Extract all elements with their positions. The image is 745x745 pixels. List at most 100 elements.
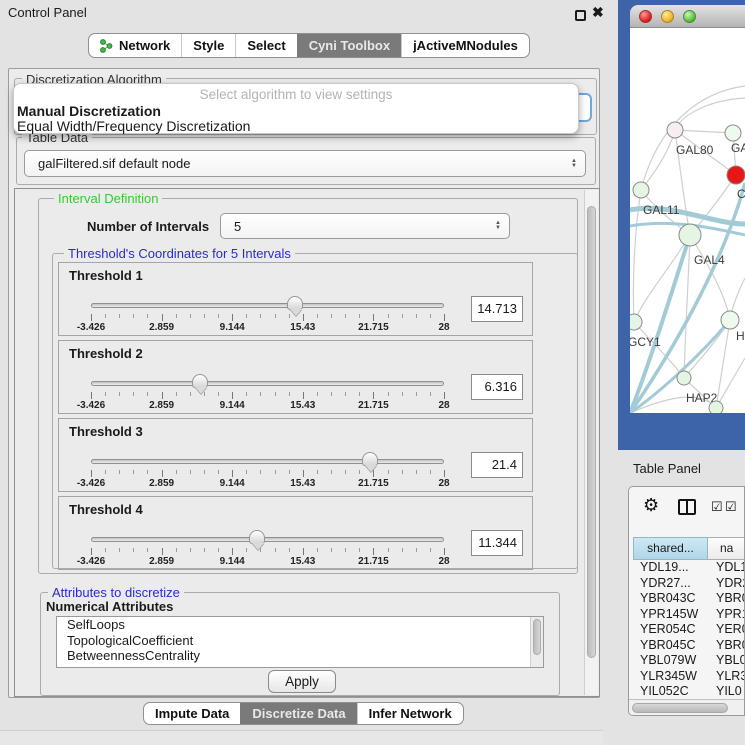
algorithm-option-manual[interactable]: Manual Discretization — [17, 103, 161, 119]
column-header-shared-name[interactable]: shared... — [633, 537, 708, 560]
num-intervals-combobox[interactable]: 5 ▲▼ — [220, 213, 510, 239]
network-node-h[interactable] — [721, 311, 739, 329]
table-row[interactable]: YIL052CYIL0 — [633, 684, 745, 698]
threshold-value-field[interactable]: 21.4 — [471, 452, 523, 478]
bottom-tab-discretize-data[interactable]: Discretize Data — [240, 703, 356, 724]
gear-icon[interactable]: ⚙ — [643, 495, 659, 516]
tick-mark — [190, 470, 191, 474]
threshold-slider-thumb[interactable] — [362, 452, 378, 466]
table-row[interactable]: YBL079WYBL0 — [633, 653, 745, 669]
close-traffic-light-icon[interactable] — [639, 10, 652, 23]
bottom-tab-impute-data[interactable]: Impute Data — [144, 703, 240, 724]
attributes-scrollbar-thumb[interactable] — [533, 619, 541, 655]
table-row[interactable]: YLR345WYLR3 — [633, 669, 745, 685]
tick-label: 21.715 — [358, 322, 389, 333]
network-node-hap2[interactable] — [677, 371, 691, 385]
bottom-tabbar: Impute DataDiscretize DataInfer Network — [143, 702, 464, 725]
column-header-name[interactable]: na — [708, 537, 745, 560]
vertical-scrollbar[interactable] — [584, 190, 598, 695]
table-horizontal-scrollbar[interactable] — [629, 699, 745, 715]
num-intervals-label: Number of Intervals — [87, 219, 209, 234]
checkbox-icon[interactable]: ☑ — [725, 499, 737, 515]
tab-cyni-toolbox[interactable]: Cyni Toolbox — [297, 34, 401, 57]
tick-mark — [147, 314, 148, 318]
close-icon[interactable]: ✖ — [592, 4, 604, 21]
threshold-value-field[interactable]: 6.316 — [471, 374, 523, 400]
threshold-slider-thumb[interactable] — [287, 296, 303, 310]
network-node-gal4[interactable] — [679, 224, 701, 246]
network-canvas[interactable]: GAL80GACGAL11GAL4GCY1HHAP2 — [630, 28, 745, 413]
tick-mark — [260, 548, 261, 552]
table-hscrollbar-thumb[interactable] — [632, 703, 728, 713]
table-row[interactable]: YBR043CYBR0 — [633, 591, 745, 607]
algorithm-option-equal-width[interactable]: Equal Width/Frequency Discretization — [17, 118, 250, 134]
tick-mark — [260, 314, 261, 318]
zoom-traffic-light-icon[interactable] — [683, 10, 696, 23]
bottom-tab-infer-network[interactable]: Infer Network — [357, 703, 463, 724]
threshold-slider-track[interactable] — [91, 459, 444, 464]
threshold-name: Threshold 2 — [69, 346, 143, 361]
threshold-slider-thumb[interactable] — [192, 374, 208, 388]
tab-network[interactable]: Network — [89, 34, 181, 57]
network-node-c[interactable] — [727, 166, 745, 184]
vertical-scrollbar-thumb[interactable] — [587, 206, 596, 658]
tick-mark — [331, 392, 332, 396]
threshold-value-field[interactable]: 11.344 — [471, 530, 523, 556]
tab-label: Select — [247, 38, 285, 53]
tick-mark — [416, 470, 417, 474]
checkbox-icon[interactable]: ☑ — [711, 499, 723, 515]
tick-mark — [275, 548, 276, 552]
tick-label: -3.426 — [77, 322, 105, 333]
network-node-gal11[interactable] — [633, 182, 649, 198]
network-node-label: GAL80 — [676, 143, 714, 157]
float-window-icon[interactable] — [575, 10, 586, 21]
table-data-combobox[interactable]: galFiltered.sif default node ▲▼ — [24, 150, 586, 177]
attributes-scrollbar[interactable] — [530, 617, 543, 667]
tick-mark — [232, 314, 233, 321]
tick-label: 28 — [438, 556, 449, 567]
table-row[interactable]: YER054CYER0 — [633, 622, 745, 638]
numerical-attributes-list[interactable]: SelfLoopsTopologicalCoefficientBetweenne… — [56, 616, 544, 668]
tick-label: 15.43 — [290, 322, 315, 333]
threshold-panel-4: Threshold 4-3.4262.8599.14415.4321.71528… — [58, 496, 533, 570]
tick-mark — [416, 548, 417, 552]
threshold-slider-track[interactable] — [91, 537, 444, 542]
column-layout-icon[interactable] — [678, 499, 696, 515]
tick-mark — [317, 548, 318, 552]
network-node[interactable] — [709, 401, 723, 413]
network-node-ga[interactable] — [725, 125, 741, 141]
network-node-gcy1[interactable] — [630, 314, 642, 330]
tick-label: 9.144 — [220, 478, 245, 489]
network-node-gal80[interactable] — [667, 122, 683, 138]
network-window-titlebar[interactable] — [630, 5, 745, 28]
tick-label: 28 — [438, 478, 449, 489]
attribute-list-item[interactable]: SelfLoops — [57, 617, 543, 633]
tick-mark — [345, 548, 346, 552]
table-row[interactable]: YBR045CYBR0 — [633, 638, 745, 654]
cell-shared-name: YDL19... — [633, 560, 708, 576]
threshold-value-field[interactable]: 14.713 — [471, 296, 523, 322]
tab-style[interactable]: Style — [181, 34, 235, 57]
tick-mark — [402, 314, 403, 318]
threshold-slider-track[interactable] — [91, 381, 444, 386]
tick-mark — [119, 314, 120, 318]
tick-mark — [133, 470, 134, 474]
attribute-list-item[interactable]: BetweennessCentrality — [57, 648, 543, 664]
threshold-panel-1: Threshold 1-3.4262.8599.14415.4321.71528… — [58, 262, 533, 336]
table-row[interactable]: YPR145WYPR1 — [633, 607, 745, 623]
tick-mark — [359, 392, 360, 396]
tick-mark — [373, 470, 374, 477]
tick-mark — [289, 470, 290, 474]
table-row[interactable]: YDL19...YDL1 — [633, 560, 745, 576]
tick-mark — [119, 392, 120, 396]
table-row[interactable]: YDR27...YDR2 — [633, 576, 745, 592]
threshold-slider-thumb[interactable] — [249, 530, 265, 544]
threshold-slider-track[interactable] — [91, 303, 444, 308]
apply-button[interactable]: Apply — [268, 670, 336, 693]
network-node-label: GA — [731, 141, 745, 155]
tab-select[interactable]: Select — [235, 34, 296, 57]
tick-mark — [147, 392, 148, 396]
attribute-list-item[interactable]: TopologicalCoefficient — [57, 633, 543, 649]
minimize-traffic-light-icon[interactable] — [661, 10, 674, 23]
tab-jactivemnodules[interactable]: jActiveMNodules — [401, 34, 529, 57]
